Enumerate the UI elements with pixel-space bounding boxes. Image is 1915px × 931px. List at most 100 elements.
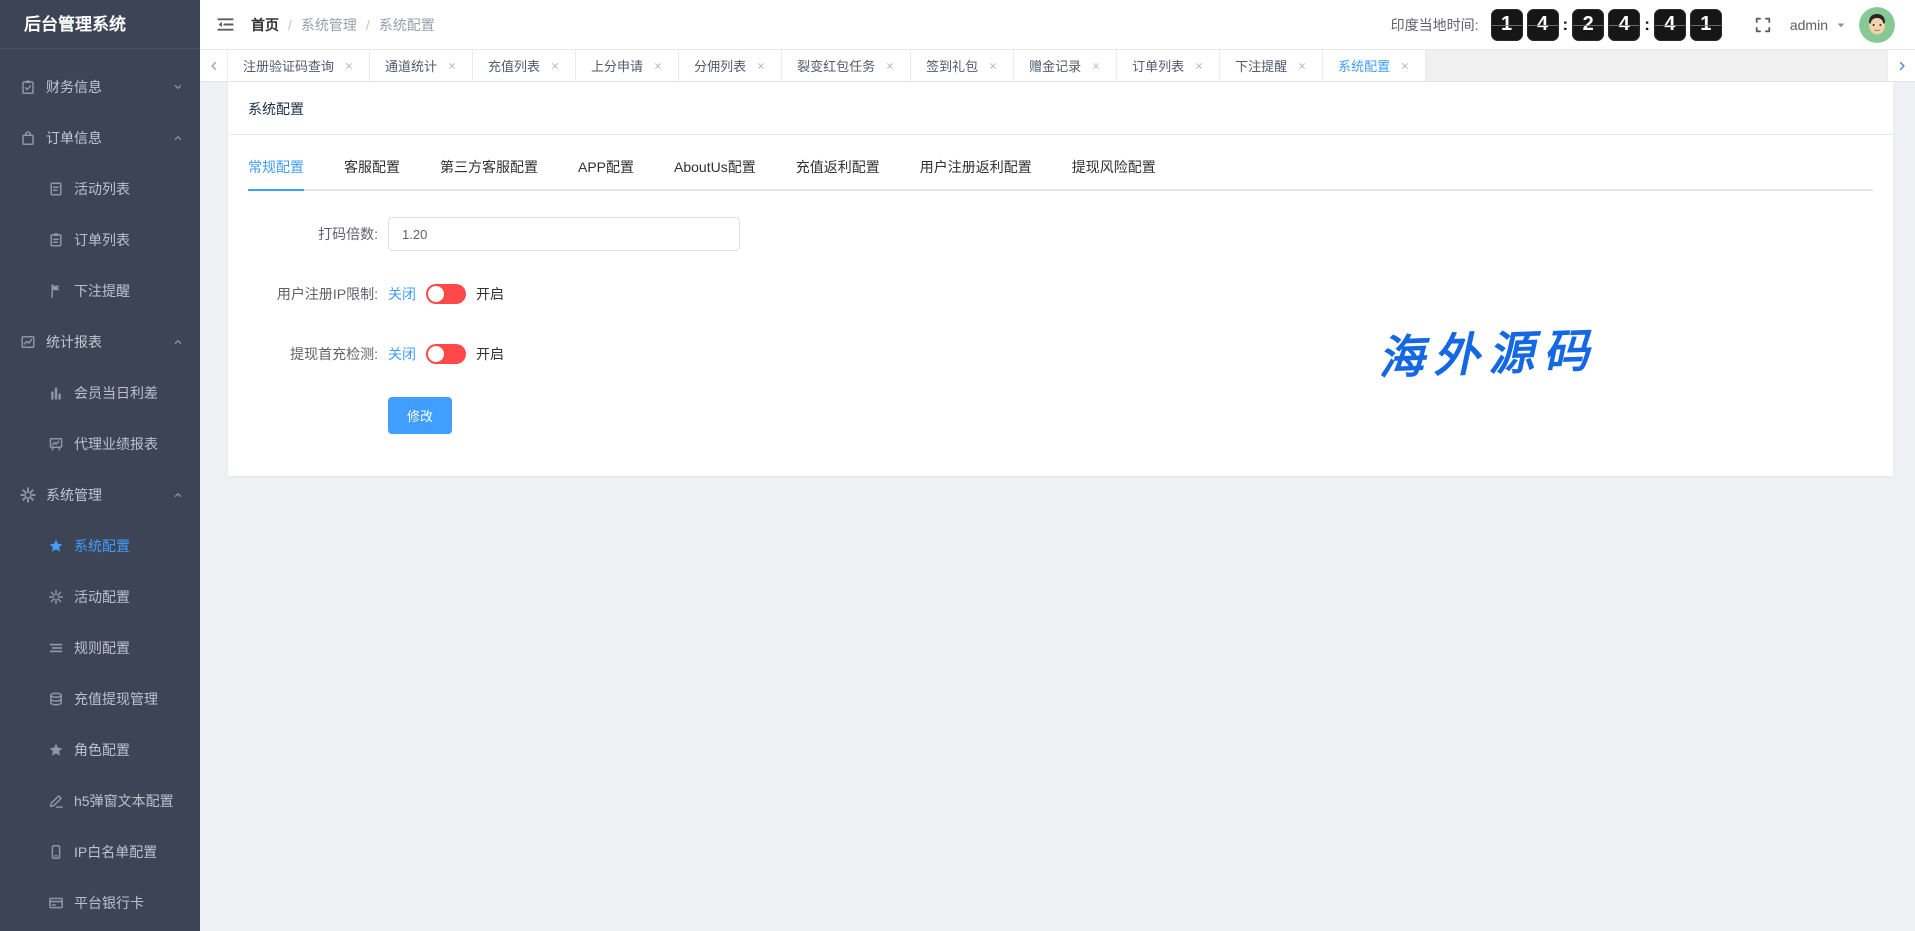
page-title: 系统配置 [248,101,304,117]
chevron-up-icon [172,489,184,501]
close-icon[interactable] [344,61,354,71]
sidebar-item-h5-popup-text-config[interactable]: h5弹窗文本配置 [0,775,200,826]
sidebar-item-label: 活动配置 [74,588,130,605]
user-dropdown[interactable]: admin [1790,17,1847,33]
tab-label: 通道统计 [385,59,438,74]
switch-on-label[interactable]: 开启 [476,344,504,364]
clock-digit: 4 [1526,8,1559,41]
sidebar-fold-icon[interactable] [216,15,235,34]
tab-register-captcha-query[interactable]: 注册验证码查询 [228,50,371,81]
tabs-scroll-left-button[interactable] [200,50,228,81]
tab-commission-list[interactable]: 分佣列表 [679,50,783,81]
close-icon[interactable] [447,61,457,71]
user-name: admin [1789,16,1828,33]
tabbar-filler [1426,50,1887,81]
submit-button[interactable]: 修改 [388,397,453,434]
sidebar-item-activity-config[interactable]: 活动配置 [0,571,200,622]
tab-order-list[interactable]: 订单列表 [1117,50,1221,81]
sidebar-item-member-daily-profit[interactable]: 会员当日利差 [0,367,200,418]
tab-channel-stats[interactable]: 通道统计 [370,50,474,81]
switch-off-label[interactable]: 关闭 [388,344,416,364]
tab-label: 签到礼包 [926,59,979,74]
switch-knob [428,286,444,302]
config-tab-withdraw-risk[interactable]: 提现风险配置 [1072,157,1156,189]
tab-bonus-record[interactable]: 赠金记录 [1014,50,1118,81]
chevron-up-icon [172,132,184,144]
switch-on-label[interactable]: 开启 [476,284,504,304]
sidebar-item-rule-config[interactable]: 规则配置 [0,622,200,673]
sidebar-item-system-management[interactable]: 系统管理 [0,469,200,520]
clipboard-check-icon [20,79,36,95]
bar-chart-icon [48,385,64,401]
close-icon[interactable] [1297,61,1307,71]
config-tab-aboutus[interactable]: AboutUs配置 [674,157,756,189]
sidebar-item-platform-bank-card[interactable]: 平台银行卡 [0,877,200,928]
sidebar-item-order-info[interactable]: 订单信息 [0,112,200,163]
chevron-left-icon [208,60,220,72]
bag-icon [20,130,36,146]
fullscreen-icon[interactable] [1754,16,1772,34]
dama-multiplier-input[interactable] [388,217,740,251]
tabs-scroll-right-button[interactable] [1887,50,1915,81]
sidebar-item-stats-report[interactable]: 统计报表 [0,316,200,367]
form-row-dama-multiplier: 打码倍数: [248,217,1873,251]
avatar[interactable] [1859,6,1895,43]
sidebar-item-label: h5弹窗文本配置 [74,792,174,809]
breadcrumb-item[interactable]: 系统管理 [301,15,357,35]
close-icon[interactable] [1194,61,1204,71]
star-icon [48,742,64,758]
sparkle-icon [48,589,64,605]
config-tab-customer-service[interactable]: 客服配置 [344,157,400,189]
sidebar-item-label: 代理业绩报表 [74,435,158,452]
close-icon[interactable] [885,61,895,71]
withdraw-first-charge-check-switch[interactable] [426,344,466,364]
sidebar-item-order-list[interactable]: 订单列表 [0,214,200,265]
close-icon[interactable] [756,61,766,71]
breadcrumb-item[interactable]: 系统配置 [379,15,435,35]
form-row-withdraw-first-charge-check: 提现首充检测: 关闭 开启 [248,337,1873,371]
caret-down-icon [1835,19,1847,31]
tab-signin-gift[interactable]: 签到礼包 [911,50,1015,81]
breadcrumb-item[interactable]: 首页 [251,15,279,35]
close-icon[interactable] [653,61,663,71]
config-tab-app[interactable]: APP配置 [578,157,634,189]
tab-score-apply[interactable]: 上分申请 [576,50,680,81]
app-title: 后台管理系统 [0,0,200,49]
close-icon[interactable] [1091,61,1101,71]
tab-label: 裂变红包任务 [797,59,876,74]
sidebar-item-finance-info[interactable]: 财务信息 [0,61,200,112]
sidebar-item-activity-list[interactable]: 活动列表 [0,163,200,214]
sidebar-item-label: IP白名单配置 [74,843,158,860]
tab-system-config[interactable]: 系统配置 [1323,50,1427,81]
tab-label: 注册验证码查询 [243,59,335,74]
form-row-register-ip-limit: 用户注册IP限制: 关闭 开启 [248,277,1873,311]
close-icon[interactable] [988,61,998,71]
sidebar-item-ip-whitelist-config[interactable]: IP白名单配置 [0,826,200,877]
sidebar-item-label: 角色配置 [74,741,130,758]
sidebar-item-recharge-withdraw-management[interactable]: 充值提现管理 [0,673,200,724]
clock-digit: 1 [1490,8,1523,41]
config-tab-register-rebate[interactable]: 用户注册返利配置 [920,157,1032,189]
sidebar-item-label: 平台银行卡 [74,894,144,911]
sidebar-item-system-config[interactable]: 系统配置 [0,520,200,571]
field-label: 打码倍数: [318,226,378,242]
config-tab-general[interactable]: 常规配置 [248,157,304,191]
sidebar-item-bet-reminder[interactable]: 下注提醒 [0,265,200,316]
clock-colon: : [1644,14,1650,34]
close-icon[interactable] [550,61,560,71]
config-tab-third-party-cs[interactable]: 第三方客服配置 [440,157,538,189]
sidebar-item-role-config[interactable]: 角色配置 [0,724,200,775]
config-tab-recharge-rebate[interactable]: 充值返利配置 [796,157,880,189]
sidebar-item-agent-performance-report[interactable]: 代理业绩报表 [0,418,200,469]
tab-fission-redpacket-task[interactable]: 裂变红包任务 [782,50,912,81]
config-tabs: 常规配置 客服配置 第三方客服配置 APP配置 AboutUs配置 充值返利配置 用户注册返… [248,157,1873,191]
register-ip-limit-switch[interactable] [426,284,466,304]
close-icon[interactable] [1400,61,1410,71]
tab-recharge-list[interactable]: 充值列表 [473,50,577,81]
tab-bet-reminder[interactable]: 下注提醒 [1220,50,1324,81]
switch-off-label[interactable]: 关闭 [388,284,416,304]
breadcrumb-separator: / [288,16,292,33]
pen-icon [48,793,64,809]
sidebar-item-label: 订单列表 [74,231,130,248]
sidebar-item-label: 充值提现管理 [74,690,158,707]
